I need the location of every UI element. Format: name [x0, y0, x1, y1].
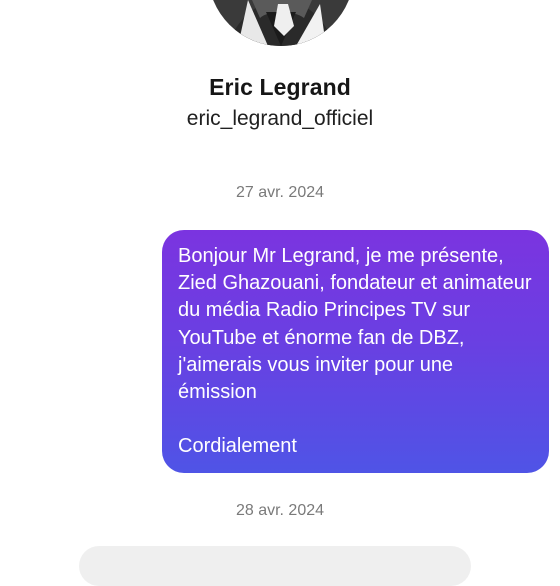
message-date-separator: 27 avr. 2024 [235, 184, 325, 201]
outgoing-message-bubble[interactable]: Bonjour Mr Legrand, je me présente, Zied… [162, 230, 549, 473]
profile-avatar[interactable] [208, 0, 354, 46]
profile-name[interactable]: Eric Legrand [0, 74, 560, 101]
avatar-photo [208, 0, 354, 46]
incoming-message-bubble[interactable] [79, 546, 471, 586]
message-date-separator: 28 avr. 2024 [235, 502, 325, 519]
profile-handle: eric_legrand_officiel [186, 107, 374, 130]
